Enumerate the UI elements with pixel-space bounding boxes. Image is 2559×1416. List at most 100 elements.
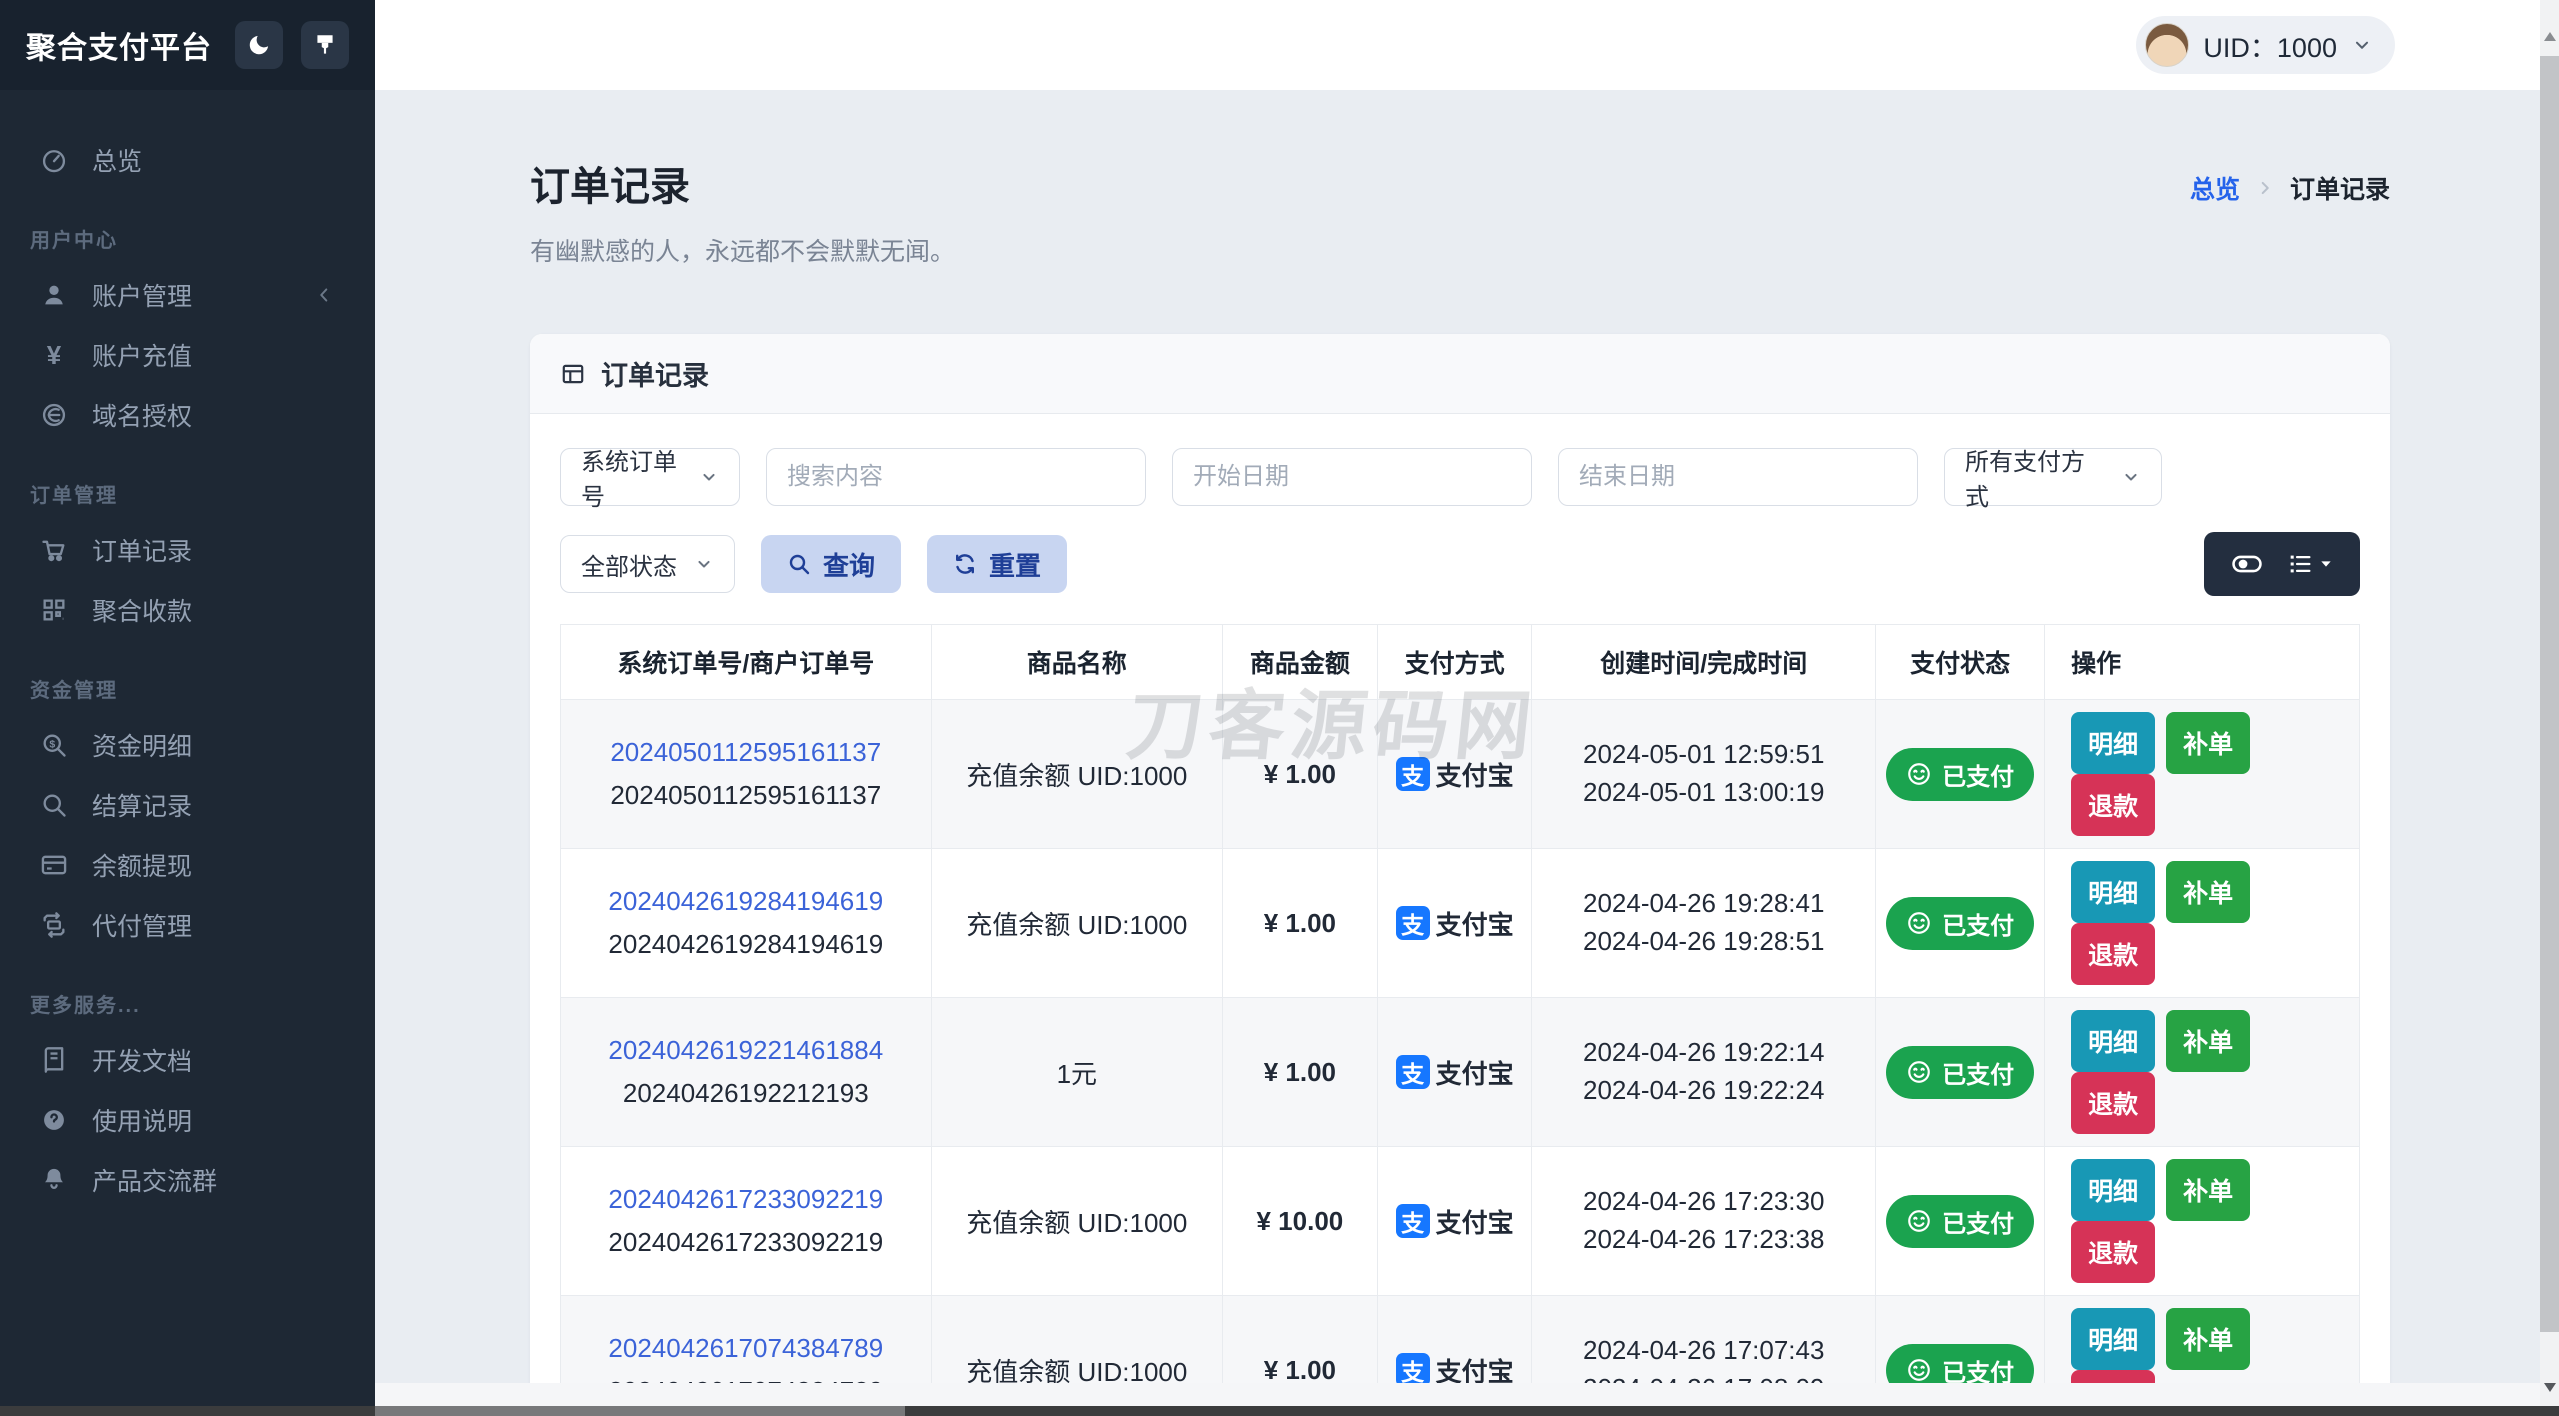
toggle-icon[interactable] <box>2230 547 2264 581</box>
start-date-input[interactable] <box>1193 463 1511 491</box>
sidebar-section-fund-management: 资金管理 <box>30 680 118 702</box>
sys-order-link[interactable]: 2024042619284194619 <box>571 886 921 917</box>
chevron-left-icon <box>313 284 335 306</box>
refund-button[interactable]: 退款 <box>2071 1221 2156 1283</box>
detail-button[interactable]: 明细 <box>2071 1010 2156 1072</box>
sidebar-item-account-management[interactable]: 账户管理 <box>0 265 375 325</box>
alipay-icon: 支 <box>1395 1353 1430 1383</box>
horizontal-scrollbar[interactable] <box>0 1406 2559 1416</box>
product-amount: ¥ 1.00 <box>1222 848 1378 998</box>
end-date-input[interactable] <box>1579 463 1897 491</box>
refund-button[interactable]: 退款 <box>2071 774 2156 836</box>
refund-button[interactable]: 退款 <box>2071 923 2156 985</box>
status-select-value: 全部状态 <box>581 553 677 581</box>
refund-button[interactable]: 退款 <box>2071 1072 2156 1134</box>
sidebar-item-label: 产品交流群 <box>92 1168 218 1196</box>
status-select[interactable]: 全部状态 <box>560 535 735 593</box>
query-button[interactable]: 查询 <box>761 535 902 593</box>
brand-header: 聚合支付平台 <box>0 0 375 90</box>
breadcrumb-current: 订单记录 <box>2289 176 2390 204</box>
smiley-icon <box>1908 1359 1930 1381</box>
horizontal-scrollbar-thumb[interactable] <box>375 1406 905 1416</box>
product-name: 充值余额 UID:1000 <box>930 848 1224 998</box>
sidebar-item-payout-management[interactable]: 代付管理 <box>0 895 375 955</box>
alipay-icon: 支 <box>1395 757 1430 791</box>
end-date-input-wrap <box>1558 448 1918 506</box>
sidebar-item-label: 域名授权 <box>92 403 193 431</box>
table-row: 2024042617233092219 2024042617233092219 充… <box>560 1146 2360 1296</box>
alipay-icon: 支 <box>1395 1055 1430 1089</box>
sidebar-item-usage-instructions[interactable]: 使用说明 <box>0 1090 375 1150</box>
replenish-button[interactable]: 补单 <box>2166 1010 2251 1072</box>
status-badge: 已支付 <box>1886 896 2035 950</box>
sidebar-section-order-management: 订单管理 <box>30 485 118 507</box>
sys-order-link[interactable]: 2024050112595161137 <box>571 737 921 768</box>
sidebar-item-fund-details[interactable]: $ 资金明细 <box>0 715 375 775</box>
qrcode-icon <box>40 596 68 624</box>
pay-method-select[interactable]: 所有支付方式 <box>1944 448 2162 511</box>
sidebar-item-account-recharge[interactable]: ¥ 账户充值 <box>0 325 375 385</box>
detail-button[interactable]: 明细 <box>2071 1159 2156 1221</box>
table-row: 2024042619284194619 2024042619284194619 充… <box>560 848 2360 998</box>
col-header-order-no: 系统订单号/商户订单号 <box>560 624 932 700</box>
sidebar-item-domain-authorization[interactable]: 域名授权 <box>0 385 375 445</box>
sys-order-link[interactable]: 2024042617233092219 <box>571 1184 921 1215</box>
page-subtitle: 有幽默感的人，永远都不会默默无闻。 <box>530 238 956 266</box>
reset-button[interactable]: 重置 <box>927 535 1068 593</box>
dark-mode-button[interactable] <box>235 21 283 69</box>
sidebar-item-overview[interactable]: 总览 <box>0 130 375 190</box>
replenish-button[interactable]: 补单 <box>2166 861 2251 923</box>
table-icon <box>560 361 586 387</box>
merchant-order-no: 2024042617074384789 <box>571 1376 921 1383</box>
sidebar-item-settlement-records[interactable]: 结算记录 <box>0 775 375 835</box>
card-title: 订单记录 <box>601 361 709 391</box>
sidebar-item-aggregated-collection[interactable]: 聚合收款 <box>0 580 375 640</box>
vertical-scrollbar[interactable] <box>2540 0 2559 1406</box>
search-icon <box>40 791 68 819</box>
order-type-select-value: 系统订单号 <box>581 449 677 511</box>
cart-icon <box>40 536 68 564</box>
completed-time: 2024-04-26 17:08:09 <box>1542 1370 1865 1383</box>
order-type-select[interactable]: 系统订单号 <box>560 448 740 511</box>
table-row: 2024050112595161137 2024050112595161137 充… <box>560 699 2360 849</box>
columns-dropdown[interactable] <box>2286 550 2334 578</box>
refund-button[interactable]: 退款 <box>2071 1370 2156 1383</box>
main-content: 订单记录 有幽默感的人，永远都不会默默无闻。 总览 订单记录 刀客源码网 订单记… <box>375 90 2540 1383</box>
sys-order-link[interactable]: 2024042617074384789 <box>571 1333 921 1364</box>
breadcrumb-overview-link[interactable]: 总览 <box>2190 170 2240 206</box>
merchant-order-no: 2024042617233092219 <box>608 1227 884 1257</box>
col-header-amount: 商品金额 <box>1222 624 1378 700</box>
sidebar-item-order-records[interactable]: 订单记录 <box>0 520 375 580</box>
vertical-scrollbar-thumb[interactable] <box>2540 56 2559 1332</box>
status-badge: 已支付 <box>1886 1343 2035 1383</box>
scroll-up-arrow-icon[interactable] <box>2544 32 2556 41</box>
sidebar-item-product-group[interactable]: 产品交流群 <box>0 1150 375 1210</box>
detail-button[interactable]: 明细 <box>2071 861 2156 923</box>
sys-order-link[interactable]: 2024042619221461884 <box>571 1035 921 1066</box>
completed-time: 2024-05-01 13:00:19 <box>1583 777 1825 807</box>
completed-time: 2024-04-26 17:23:38 <box>1583 1224 1825 1254</box>
sidebar-item-label: 订单记录 <box>92 538 193 566</box>
replenish-button[interactable]: 补单 <box>2166 712 2251 774</box>
pay-method-select-value: 所有支付方式 <box>1965 449 2085 511</box>
search-input[interactable] <box>787 463 1125 491</box>
sidebar-item-label: 账户充值 <box>92 343 193 371</box>
table-tools <box>2204 532 2360 596</box>
user-menu[interactable]: UID：1000 <box>2136 16 2395 74</box>
topbar: UID：1000 <box>375 0 2540 90</box>
sidebar-item-dev-docs[interactable]: 开发文档 <box>0 1030 375 1090</box>
replenish-button[interactable]: 补单 <box>2166 1159 2251 1221</box>
detail-button[interactable]: 明细 <box>2071 712 2156 774</box>
replenish-button[interactable]: 补单 <box>2166 1308 2251 1370</box>
filter-row-2: 全部状态 查询 重置 <box>560 532 2360 596</box>
detail-button[interactable]: 明细 <box>2071 1308 2156 1370</box>
search-input-wrap <box>766 448 1146 506</box>
ie-globe-icon <box>40 401 68 429</box>
scroll-down-arrow-icon[interactable] <box>2544 1383 2556 1392</box>
sidebar: 聚合支付平台 总览 用户中心 账户管理 ¥ 账户充值 域名授权 订单管理 订单记… <box>0 0 375 1406</box>
alipay-icon: 支 <box>1395 906 1430 940</box>
page-head: 订单记录 有幽默感的人，永远都不会默默无闻。 总览 订单记录 <box>530 154 2390 268</box>
theme-skin-button[interactable] <box>301 21 349 69</box>
sidebar-item-balance-withdrawal[interactable]: 余额提现 <box>0 835 375 895</box>
sidebar-item-label: 账户管理 <box>92 283 193 311</box>
